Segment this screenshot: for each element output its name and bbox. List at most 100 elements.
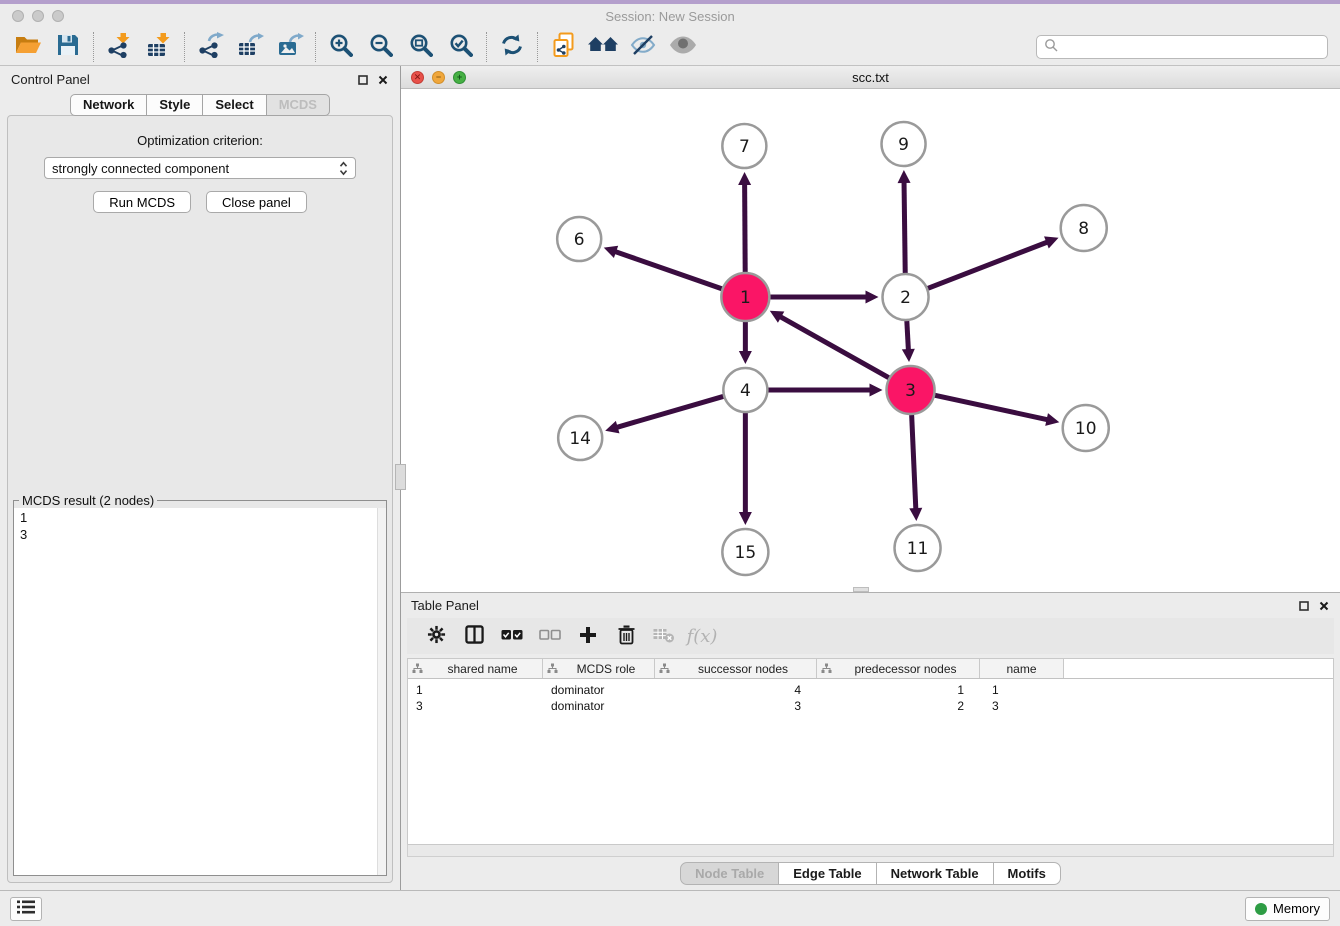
search-icon — [1044, 38, 1058, 55]
graph-node-1[interactable]: 1 — [721, 273, 769, 321]
result-scrollbar[interactable] — [377, 508, 386, 875]
function-builder-button[interactable]: f(x) — [683, 621, 721, 651]
graph-edge-1-4[interactable] — [739, 322, 752, 364]
graph-node-15[interactable]: 15 — [722, 529, 768, 575]
criterion-value: strongly connected component — [52, 161, 229, 176]
graph-node-14[interactable]: 14 — [558, 416, 602, 460]
graph-node-2[interactable]: 2 — [883, 274, 929, 320]
graph-edge-4-15[interactable] — [739, 413, 752, 525]
table-settings-button[interactable] — [417, 621, 455, 651]
tab-node-table[interactable]: Node Table — [680, 862, 779, 885]
control-panel-tabs: NetworkStyleSelectMCDS — [0, 94, 400, 116]
graph-edge-3-1[interactable] — [770, 311, 889, 378]
network-zoom-button[interactable]: + — [453, 71, 466, 84]
graph-node-7[interactable]: 7 — [722, 124, 766, 168]
deselect-all-columns-button[interactable] — [531, 621, 569, 651]
toolbar-separator — [486, 32, 487, 62]
graph-edge-2-8[interactable] — [928, 236, 1059, 288]
graph-edge-1-6[interactable] — [604, 246, 722, 289]
criterion-select[interactable]: strongly connected component — [44, 157, 356, 179]
search-input[interactable] — [1063, 39, 1320, 54]
graph-edge-2-3[interactable] — [902, 321, 915, 362]
table-row[interactable]: 3dominator323 — [408, 698, 1333, 714]
network-canvas[interactable]: 1 2 3 4 6 7 8 9 10 11 14 15 — [401, 89, 1340, 592]
table-cell: 1 — [980, 683, 1064, 697]
table-row[interactable]: 1dominator411 — [408, 682, 1333, 698]
close-panel-icon-button[interactable] — [377, 74, 389, 86]
tab-style[interactable]: Style — [146, 94, 203, 116]
tab-network[interactable]: Network — [70, 94, 147, 116]
graph-edge-4-3[interactable] — [768, 384, 882, 397]
column-header-successor-nodes[interactable]: successor nodes — [655, 659, 817, 678]
zoom-fit-button[interactable] — [401, 31, 441, 63]
minimize-window-button[interactable] — [32, 10, 44, 22]
graph-node-6[interactable]: 6 — [557, 217, 601, 261]
tab-motifs[interactable]: Motifs — [993, 862, 1061, 885]
network-close-button[interactable]: ✕ — [411, 71, 424, 84]
graph-node-3[interactable]: 3 — [887, 366, 935, 414]
float-panel-button[interactable] — [357, 74, 369, 86]
select-all-columns-button[interactable] — [493, 621, 531, 651]
delete-table-button[interactable] — [645, 621, 683, 651]
graph-edge-2-9[interactable] — [898, 170, 911, 273]
hide-selected-button[interactable] — [623, 31, 663, 63]
graph-edge-1-7[interactable] — [738, 172, 751, 272]
first-neighbors-button[interactable] — [583, 31, 623, 63]
open-session-button[interactable] — [8, 31, 48, 63]
import-table-button[interactable] — [139, 31, 179, 63]
share-document-icon — [551, 32, 576, 61]
close-panel-button[interactable]: Close panel — [206, 191, 307, 213]
graph-node-11[interactable]: 11 — [895, 525, 941, 571]
mcds-result-text[interactable]: 1 3 — [14, 508, 386, 875]
svg-text:7: 7 — [739, 137, 750, 157]
import-network-button[interactable] — [99, 31, 139, 63]
tab-network-table[interactable]: Network Table — [876, 862, 994, 885]
show-columns-button[interactable] — [455, 621, 493, 651]
graph-node-4[interactable]: 4 — [723, 368, 767, 412]
select-stepper-icon — [339, 161, 348, 176]
graph-node-9[interactable]: 9 — [882, 122, 926, 166]
network-minimize-button[interactable]: − — [432, 71, 445, 84]
save-session-button[interactable] — [48, 31, 88, 63]
zoom-out-button[interactable] — [361, 31, 401, 63]
canvas-resize-handle[interactable] — [853, 587, 869, 592]
search-box[interactable] — [1036, 35, 1328, 59]
column-header-predecessor-nodes[interactable]: predecessor nodes — [817, 659, 980, 678]
column-header-name[interactable]: name — [980, 659, 1064, 678]
float-table-panel-button[interactable] — [1298, 600, 1310, 612]
show-hidden-button[interactable] — [663, 31, 703, 63]
add-column-button[interactable] — [569, 621, 607, 651]
refresh-button[interactable] — [492, 31, 532, 63]
clone-network-button[interactable] — [543, 31, 583, 63]
zoom-window-button[interactable] — [52, 10, 64, 22]
close-window-button[interactable] — [12, 10, 24, 22]
panel-splitter-handle[interactable] — [395, 464, 406, 490]
task-history-button[interactable] — [10, 897, 42, 921]
run-mcds-button[interactable]: Run MCDS — [93, 191, 191, 213]
tab-select[interactable]: Select — [202, 94, 266, 116]
window-title: Session: New Session — [0, 9, 1340, 24]
column-header-mcds-role[interactable]: MCDS role — [543, 659, 655, 678]
memory-button[interactable]: Memory — [1245, 897, 1330, 921]
column-header-shared-name[interactable]: shared name — [408, 659, 543, 678]
graph-edge-3-10[interactable] — [935, 395, 1059, 426]
export-table-button[interactable] — [230, 31, 270, 63]
graph-node-10[interactable]: 10 — [1063, 405, 1109, 451]
export-image-button[interactable] — [270, 31, 310, 63]
export-network-button[interactable] — [190, 31, 230, 63]
graph-edge-3-11[interactable] — [909, 415, 922, 521]
zoom-selected-button[interactable] — [441, 31, 481, 63]
status-bar: Memory — [0, 890, 1340, 926]
zoom-in-button[interactable] — [321, 31, 361, 63]
tab-edge-table[interactable]: Edge Table — [778, 862, 876, 885]
delete-column-button[interactable] — [607, 621, 645, 651]
graph-node-8[interactable]: 8 — [1061, 205, 1107, 251]
control-panel-titlebar: Control Panel — [0, 66, 400, 93]
table-cell: dominator — [543, 683, 655, 697]
graph-edge-4-14[interactable] — [605, 396, 723, 433]
close-table-panel-button[interactable] — [1318, 600, 1330, 612]
tab-mcds[interactable]: MCDS — [266, 94, 330, 116]
table-hscrollbar[interactable] — [407, 844, 1334, 857]
graph-edge-1-2[interactable] — [770, 291, 878, 304]
fx-icon: f(x) — [687, 626, 718, 647]
